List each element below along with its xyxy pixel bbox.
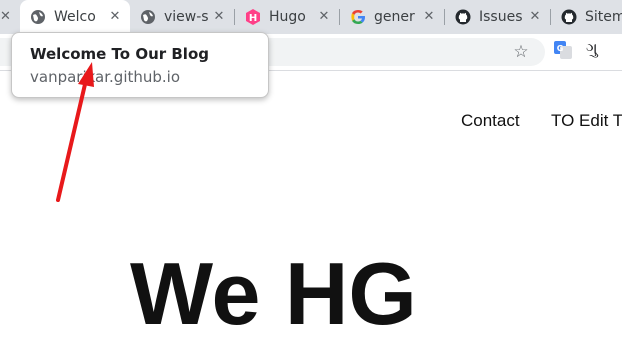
annotation-arrow-icon [56, 62, 94, 202]
